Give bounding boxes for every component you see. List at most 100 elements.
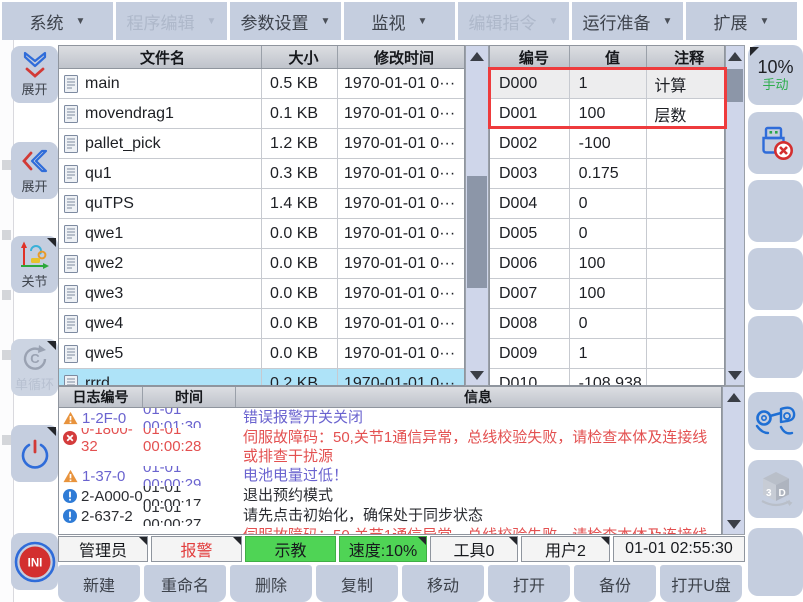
open-button[interactable]: 打开 (488, 565, 570, 602)
register-value-cell: 100 (570, 249, 648, 278)
power-button[interactable] (11, 425, 58, 482)
register-row[interactable]: D007100 (490, 279, 724, 309)
status-label: 工具0 (454, 537, 495, 561)
scroll-up-icon[interactable] (726, 46, 744, 66)
clock[interactable]: 01-01 02:55:30 (613, 536, 745, 562)
open-usb-button[interactable]: 打开U盘 (660, 565, 742, 602)
new-button[interactable]: 新建 (58, 565, 140, 602)
menu-item-program-edit[interactable]: 程序编辑▼ (116, 2, 227, 40)
file-table-scrollbar[interactable] (465, 45, 489, 386)
file-row[interactable]: qwe10.0 KB1970-01-01 0··· (59, 219, 464, 249)
tool-badge[interactable]: 工具0 (430, 536, 518, 562)
file-row[interactable]: pallet_pick1.2 KB1970-01-01 0··· (59, 129, 464, 159)
info-icon (63, 489, 77, 503)
file-name-cell: qwe1 (59, 219, 262, 248)
blank-button-4[interactable] (748, 528, 803, 596)
teach-mode-badge[interactable]: 示教 (245, 536, 336, 562)
register-row[interactable]: D006100 (490, 249, 724, 279)
info-icon (63, 509, 77, 523)
single-cycle-icon: C (20, 343, 50, 373)
speed-badge[interactable]: 速度:10% (339, 536, 427, 562)
file-row[interactable]: qwe30.0 KB1970-01-01 0··· (59, 279, 464, 309)
register-table-scrollbar[interactable] (725, 45, 745, 386)
sidebar-button-label: 展开 (21, 79, 47, 98)
single-cycle-button[interactable]: C 单循环 (11, 339, 58, 396)
blank-button-2[interactable] (748, 248, 803, 310)
menu-item-label: 编辑指令 (469, 9, 537, 34)
scroll-down-icon[interactable] (466, 365, 488, 385)
log-row[interactable]: 1-37-001-01 00:00:29电池电量过低！ (59, 466, 721, 486)
file-row[interactable]: rrrd0.2 KB1970-01-01 0··· (59, 369, 464, 386)
scroll-up-icon[interactable] (723, 387, 744, 407)
chevron-down-icon: ▼ (76, 16, 86, 27)
svg-text:C: C (30, 351, 40, 366)
register-row[interactable]: D0050 (490, 219, 724, 249)
view-3d-button[interactable]: 3D (748, 460, 803, 518)
log-time-cell: 01-01 00:00:28 (143, 428, 236, 448)
usb-status-button[interactable] (748, 112, 803, 174)
ini-button[interactable]: INI (11, 533, 58, 590)
register-row[interactable]: D002-100 (490, 129, 724, 159)
warning-icon (63, 411, 78, 425)
sidebar-button-label: 单循环 (15, 374, 54, 393)
register-row[interactable]: D0080 (490, 309, 724, 339)
log-row[interactable]: 0-1800-3201-01 00:00:28伺服故障码：50,关节1通信异常，… (59, 428, 721, 466)
file-row[interactable]: qu10.3 KB1970-01-01 0··· (59, 159, 464, 189)
menu-item-system[interactable]: 系统▼ (2, 2, 113, 40)
scrollbar-thumb[interactable] (727, 69, 743, 102)
copy-button[interactable]: 复制 (316, 565, 398, 602)
column-header: 修改时间 (338, 46, 464, 68)
blank-button-3[interactable] (748, 316, 803, 378)
file-row[interactable]: qwe20.0 KB1970-01-01 0··· (59, 249, 464, 279)
joint-coord-button[interactable]: 关节 (11, 236, 58, 293)
expand-down-button[interactable]: 展开 (11, 46, 58, 103)
log-row[interactable]: 1-2F-001-01 00:01:30错误报警开关关闭 (59, 408, 721, 428)
left-edge-strip (0, 40, 14, 602)
file-row[interactable]: movendrag10.1 KB1970-01-01 0··· (59, 99, 464, 129)
move-button[interactable]: 移动 (402, 565, 484, 602)
expand-left-button[interactable]: 展开 (11, 142, 58, 199)
user-role-badge[interactable]: 管理员 (58, 536, 148, 562)
log-id-cell (59, 526, 143, 535)
log-table-scrollbar[interactable] (722, 386, 745, 535)
user-frame-badge[interactable]: 用户2 (521, 536, 610, 562)
file-row[interactable]: qwe50.0 KB1970-01-01 0··· (59, 339, 464, 369)
scrollbar-thumb[interactable] (467, 176, 487, 288)
log-id: 2-637-2 (81, 508, 133, 525)
log-message-cell: 电池电量过低！ (236, 466, 720, 485)
menu-item-param-settings[interactable]: 参数设置▼ (230, 2, 341, 40)
log-row[interactable]: 2-637-201-01 00:00:27请先点击初始化，确保处于同步状态 (59, 506, 721, 526)
scroll-up-icon[interactable] (466, 46, 488, 66)
file-name-cell: qwe3 (59, 279, 262, 308)
menu-item-run-prepare[interactable]: 运行准备▼ (572, 2, 683, 40)
file-row[interactable]: quTPS1.4 KB1970-01-01 0··· (59, 189, 464, 219)
log-row[interactable]: 2-A000-001-01 00:00:17退出预约模式 (59, 486, 721, 506)
register-row[interactable]: D010-108.938 (490, 369, 724, 386)
menu-item-extension[interactable]: 扩展▼ (686, 2, 797, 40)
menu-item-edit-command[interactable]: 编辑指令▼ (458, 2, 569, 40)
file-name-cell: qwe5 (59, 339, 262, 368)
file-table: 文件名大小修改时间 main0.5 KB1970-01-01 0···moven… (58, 45, 465, 386)
backup-button[interactable]: 备份 (574, 565, 656, 602)
register-row[interactable]: D0030.175 (490, 159, 724, 189)
register-row[interactable]: D0091 (490, 339, 724, 369)
scroll-down-icon[interactable] (726, 365, 744, 385)
menu-item-monitor[interactable]: 监视▼ (344, 2, 455, 40)
delete-button[interactable]: 删除 (230, 565, 312, 602)
file-row[interactable]: qwe40.0 KB1970-01-01 0··· (59, 309, 464, 339)
alarm-badge[interactable]: 报警 (151, 536, 242, 562)
register-row[interactable]: D0040 (490, 189, 724, 219)
sidebar-button-label: 关节 (21, 271, 47, 290)
status-label: 管理员 (79, 537, 127, 561)
log-row[interactable]: 伺服故障码：50,关节1通信异常，总线校验失败，请检查本体及连接线或排查干扰源 (59, 526, 721, 535)
drag-teach-button[interactable] (748, 392, 803, 450)
scroll-down-icon[interactable] (723, 514, 744, 534)
register-no-cell: D002 (490, 129, 570, 158)
blank-button-1[interactable] (748, 180, 803, 242)
register-comment-cell (647, 309, 724, 338)
register-row[interactable]: D001100层数 (490, 99, 724, 129)
file-row[interactable]: main0.5 KB1970-01-01 0··· (59, 69, 464, 99)
speed-mode-button[interactable]: 10%手动 (748, 45, 803, 105)
register-row[interactable]: D0001计算 (490, 69, 724, 99)
rename-button[interactable]: 重命名 (144, 565, 226, 602)
